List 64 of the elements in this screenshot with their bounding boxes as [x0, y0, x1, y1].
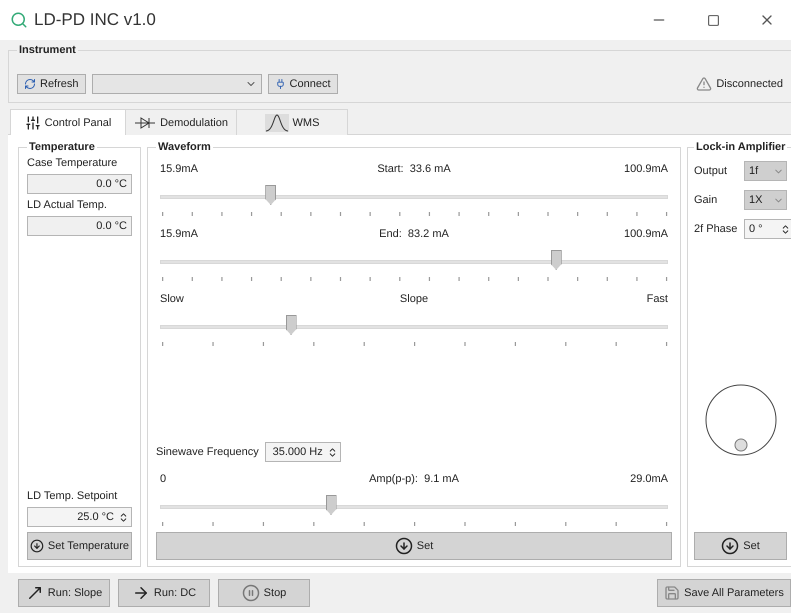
phase-spinbox[interactable]: 0 °: [744, 219, 791, 239]
refresh-button[interactable]: Refresh: [17, 74, 86, 94]
group-title: Temperature: [28, 141, 96, 153]
set-button[interactable]: Set: [694, 532, 787, 560]
slider-caption: End: 83.2 mA: [379, 228, 449, 240]
slider-caption: Amp(p-p): 9.1 mA: [369, 473, 459, 485]
plug-icon: [274, 78, 286, 90]
set-temperature-button[interactable]: Set Temperature: [27, 532, 132, 560]
slider-max-label: 29.0mA: [630, 473, 668, 485]
field-label: LD Actual Temp.: [27, 199, 108, 211]
slider-thumb[interactable]: [326, 495, 336, 515]
diode-icon: [134, 116, 156, 130]
down-arrow-circle-icon: [30, 537, 44, 555]
run-button[interactable]: Stop: [218, 579, 310, 607]
dial-knob[interactable]: [704, 383, 778, 457]
tab[interactable]: WMS: [236, 109, 348, 135]
field-label: 2f Phase: [694, 223, 738, 235]
field-label: LD Temp. Setpoint: [27, 490, 118, 502]
group-title: Instrument: [18, 44, 77, 56]
connection-status: Disconnected: [716, 78, 783, 90]
warning-icon: [696, 76, 712, 92]
slider-max-label: Fast: [646, 293, 668, 305]
group-title: Waveform: [157, 141, 212, 153]
dropdown[interactable]: 1f: [744, 161, 787, 181]
connect-button[interactable]: Connect: [268, 74, 338, 94]
frequency-spinbox[interactable]: 35.000 Hz: [264, 442, 341, 462]
readout-field: 0.0 °C: [27, 216, 132, 236]
app-logo-icon: [10, 11, 28, 29]
slider-max-label: 100.9mA: [624, 228, 668, 240]
spin-arrows-icon: [118, 512, 129, 522]
slider-caption: Start: 33.6 mA: [377, 163, 451, 175]
readout-field: 0.0 °C: [27, 174, 132, 194]
pause-icon: [242, 584, 260, 602]
slider-thumb[interactable]: [286, 315, 297, 335]
field-label: Output: [694, 165, 728, 177]
window-title: LD-PD INC v1.0: [34, 10, 157, 30]
run-button[interactable]: Run: DC: [118, 579, 210, 607]
dropdown[interactable]: 1X: [744, 190, 787, 210]
slider-min-label: 15.9mA: [160, 228, 199, 240]
tab[interactable]: Demodulation: [125, 109, 237, 135]
run-button[interactable]: Run: Slope: [18, 579, 110, 607]
port-select[interactable]: [92, 74, 262, 94]
field-label: Sinewave Frequency: [156, 446, 259, 458]
slider-thumb[interactable]: [265, 185, 276, 205]
slider-min-label: 15.9mA: [160, 163, 199, 175]
spin-arrows-icon: [780, 224, 791, 234]
bell-curve-icon: [264, 114, 289, 132]
slider-min-label: Slow: [160, 293, 185, 305]
save-button[interactable]: Save All Parameters: [657, 579, 791, 607]
field-label: Gain: [694, 194, 718, 206]
field-label: Case Temperature: [27, 157, 118, 169]
group-title: Lock-in Amplifier: [695, 141, 786, 153]
slider-min-label: 0: [160, 473, 168, 485]
down-arrow-circle-icon: [721, 537, 740, 555]
set-button[interactable]: Set: [156, 532, 672, 560]
setpoint-spinbox[interactable]: 25.0 °C: [27, 507, 132, 527]
slider-caption: Slope: [400, 293, 428, 305]
slider-max-label: 100.9mA: [624, 163, 668, 175]
sliders-icon: [24, 114, 41, 130]
refresh-icon: [24, 78, 36, 90]
slider-thumb[interactable]: [550, 250, 562, 270]
down-arrow-circle-icon: [394, 537, 413, 555]
tab[interactable]: Control Panal: [10, 109, 126, 135]
maximize-icon[interactable]: [706, 14, 720, 26]
